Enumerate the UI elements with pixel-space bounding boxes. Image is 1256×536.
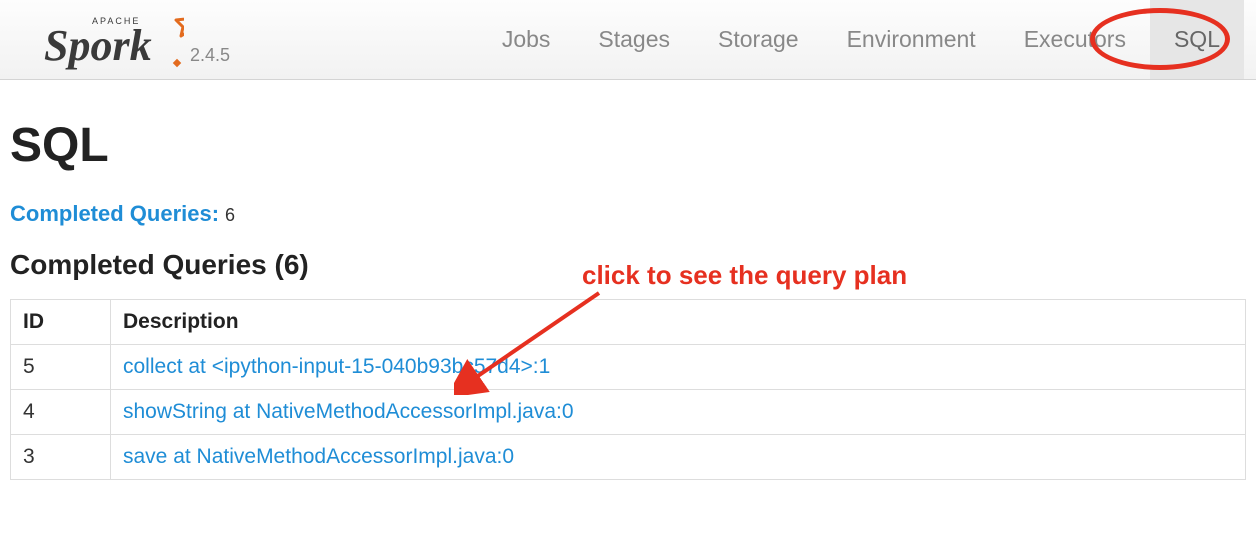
nav-item-environment[interactable]: Environment — [823, 0, 1000, 79]
section-summary: Completed Queries: 6 — [10, 201, 1246, 227]
brand[interactable]: APACHE Spork 2.4.5 — [44, 8, 230, 72]
table-row: 3 save at NativeMethodAccessorImpl.java:… — [11, 435, 1246, 480]
cell-description: collect at <ipython-input-15-040b93bc57d… — [111, 345, 1246, 390]
nav-item-sql[interactable]: SQL — [1150, 0, 1244, 79]
nav-links: Jobs Stages Storage Environment Executor… — [478, 0, 1244, 79]
query-link[interactable]: showString at NativeMethodAccessorImpl.j… — [123, 400, 574, 423]
table-row: 4 showString at NativeMethodAccessorImpl… — [11, 390, 1246, 435]
col-description[interactable]: Description — [111, 300, 1246, 345]
completed-queries-link[interactable]: Completed Queries: — [10, 201, 219, 226]
cell-description: save at NativeMethodAccessorImpl.java:0 — [111, 435, 1246, 480]
spark-logo: APACHE Spork — [44, 8, 184, 72]
nav-item-storage[interactable]: Storage — [694, 0, 823, 79]
page-title: SQL — [10, 118, 1246, 173]
spark-dot-icon — [173, 58, 181, 66]
queries-table: ID Description 5 collect at <ipython-inp… — [10, 299, 1246, 480]
cell-description: showString at NativeMethodAccessorImpl.j… — [111, 390, 1246, 435]
cell-id: 5 — [11, 345, 111, 390]
cell-id: 4 — [11, 390, 111, 435]
navbar: APACHE Spork 2.4.5 Jobs Stages Storage E… — [0, 0, 1256, 80]
col-id[interactable]: ID — [11, 300, 111, 345]
brand-version: 2.4.5 — [190, 45, 230, 66]
query-link[interactable]: save at NativeMethodAccessorImpl.java:0 — [123, 445, 514, 468]
nav-item-executors[interactable]: Executors — [1000, 0, 1150, 79]
table-row: 5 collect at <ipython-input-15-040b93bc5… — [11, 345, 1246, 390]
table-header-row: ID Description — [11, 300, 1246, 345]
spark-star-icon — [176, 10, 184, 36]
brand-name: Spork — [44, 21, 152, 70]
table-heading: Completed Queries (6) — [10, 249, 1246, 281]
query-link[interactable]: collect at <ipython-input-15-040b93bc57d… — [123, 355, 550, 378]
nav-item-stages[interactable]: Stages — [574, 0, 694, 79]
content: SQL Completed Queries: 6 Completed Querie… — [0, 80, 1256, 490]
nav-item-jobs[interactable]: Jobs — [478, 0, 575, 79]
cell-id: 3 — [11, 435, 111, 480]
completed-queries-count: 6 — [225, 205, 235, 225]
